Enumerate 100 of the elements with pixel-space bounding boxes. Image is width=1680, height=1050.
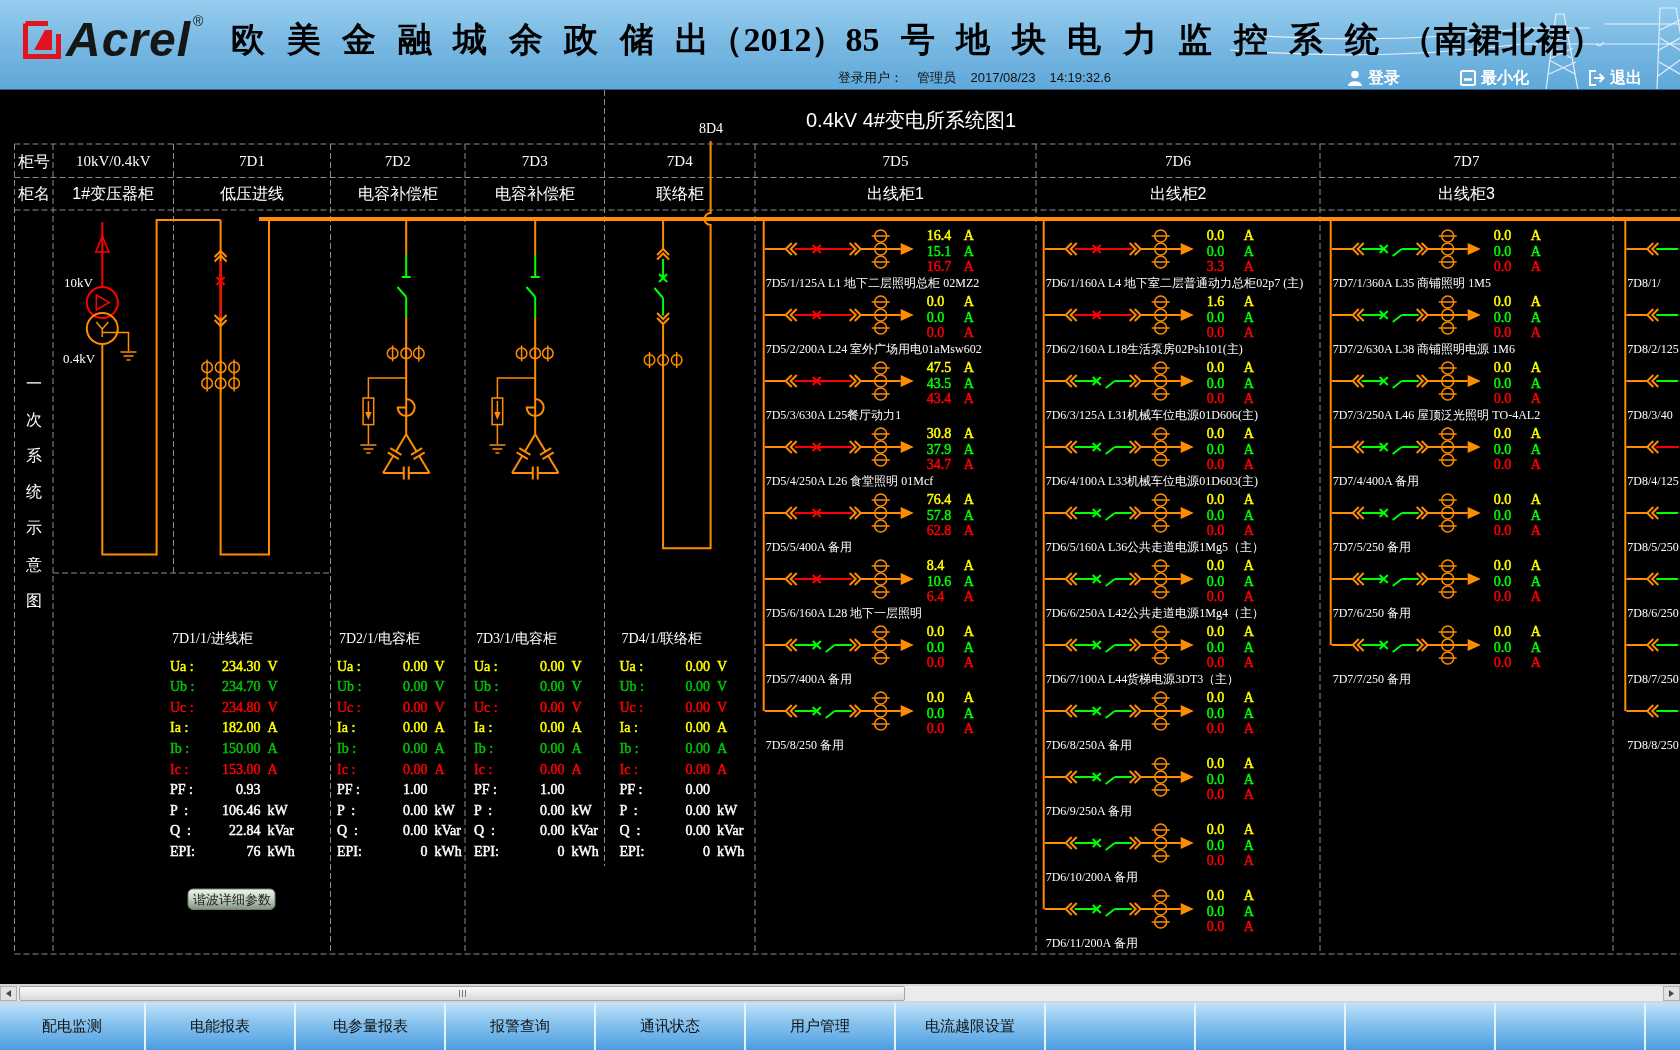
meter-value: 0.00 <box>685 761 710 777</box>
meter-unit: kVar <box>434 823 461 839</box>
meter-title: 7D1/1/进线柜 <box>172 630 253 646</box>
current-unit: A <box>1243 294 1254 309</box>
meter-label: EPI: <box>474 843 499 859</box>
meter-value: 0.93 <box>236 782 261 798</box>
ground-icon <box>119 351 138 361</box>
current-value: 0.0 <box>926 309 945 325</box>
current-value: 0.0 <box>926 721 945 736</box>
current-unit: A <box>1243 441 1254 457</box>
current-value: 0.0 <box>1206 426 1225 441</box>
load-arrow-icon <box>1139 705 1194 717</box>
current-value: 0.0 <box>1206 325 1225 340</box>
meter-label: Ia : <box>170 720 189 736</box>
harmonic-details-button[interactable]: 谐波详细参数 <box>187 888 276 910</box>
meter-label: Ia : <box>619 720 638 736</box>
feeder-label: 7D6/11/200A 备用 <box>1045 936 1138 950</box>
current-value: 43.4 <box>926 391 952 406</box>
current-value: 0.0 <box>1206 375 1225 391</box>
row-header: 柜号 <box>18 152 50 170</box>
current-value: 0.0 <box>1206 690 1225 705</box>
side-caption: 一次系统示意图 <box>25 374 42 609</box>
logo-text: Acrel <box>66 16 192 64</box>
load-arrow-icon <box>1139 903 1194 915</box>
current-value: 0.0 <box>1206 492 1225 507</box>
current-transformer-icon <box>1150 427 1171 467</box>
current-value: 43.5 <box>926 375 952 391</box>
meter-value: 234.80 <box>222 699 261 715</box>
current-value: 0.0 <box>1206 721 1225 736</box>
cabinet-number: 7D4 <box>666 153 693 169</box>
current-value: 0.0 <box>1493 228 1512 243</box>
horizontal-scrollbar[interactable] <box>0 986 1680 1001</box>
current-unit: A <box>1243 391 1254 406</box>
meter-unit: V <box>267 658 278 674</box>
meter-label: Ub : <box>170 679 195 695</box>
meter-label: Ic : <box>619 761 638 777</box>
current-transformer-icon <box>1150 361 1171 401</box>
current-unit: A <box>1530 360 1541 375</box>
current-transformer-icon <box>643 351 683 369</box>
disconnect-contact-icon <box>656 312 671 326</box>
current-unit: A <box>1243 853 1254 868</box>
meter-label: P : <box>619 802 638 818</box>
current-value: 0.0 <box>1206 457 1225 472</box>
cabinet-number: 7D1 <box>239 153 265 169</box>
meter-label: Ua : <box>170 658 194 674</box>
current-transformer-icon <box>870 559 891 599</box>
current-unit: A <box>963 228 974 243</box>
meter-value: 0.00 <box>403 740 428 756</box>
meter-title: 7D4/1/联络柜 <box>621 630 703 646</box>
current-value: 0.0 <box>1493 457 1512 472</box>
meter-value: 0.00 <box>540 679 565 695</box>
feeder-label: 7D7/1/360A L35 商铺照明 1M5 <box>1332 276 1492 290</box>
reactor-icon <box>525 398 545 417</box>
current-value: 1.6 <box>1206 294 1225 309</box>
meter-unit: A <box>571 740 582 756</box>
current-transformer-icon <box>1437 493 1458 533</box>
current-value: 0.0 <box>1493 259 1512 274</box>
feeder-label: 7D8/3/40 <box>1627 408 1673 422</box>
current-unit: A <box>1243 573 1254 589</box>
feeder-label: 7D8/8/250 <box>1627 738 1679 752</box>
meter-label: Ib : <box>337 740 357 756</box>
nav-tab[interactable]: 报警查询 <box>446 1003 596 1050</box>
load-arrow-icon <box>1426 573 1481 585</box>
current-unit: A <box>963 558 974 573</box>
current-value: 0.0 <box>926 690 945 705</box>
cabinet-name: 出线柜3 <box>1438 184 1495 202</box>
meter-label: Uc : <box>170 699 194 715</box>
current-unit: A <box>1243 624 1254 639</box>
current-unit: A <box>1243 426 1254 441</box>
nav-tab[interactable]: 用户管理 <box>746 1003 896 1050</box>
nav-tab[interactable]: 电参量报表 <box>296 1003 446 1050</box>
feeder-label: 7D6/2/160A L18生活泵房02Psh101(主) <box>1045 342 1243 356</box>
nav-tab[interactable]: 通讯状态 <box>596 1003 746 1050</box>
current-unit: A <box>1243 655 1254 670</box>
meter-value: 0.00 <box>403 679 428 695</box>
user-name: 管理员 <box>917 68 957 87</box>
load-arrow-icon <box>859 441 914 453</box>
load-arrow-icon <box>1139 639 1194 651</box>
nav-tab[interactable]: 电能报表 <box>146 1003 296 1050</box>
meter-value: 0.00 <box>540 720 565 736</box>
user-icon <box>1347 69 1363 86</box>
cabinet-name: 1#变压器柜 <box>72 184 155 202</box>
current-value: 0.0 <box>1493 309 1512 325</box>
current-value: 0.0 <box>926 294 945 309</box>
current-transformer-icon <box>1437 295 1458 335</box>
nav-tab[interactable]: 电流越限设置 <box>896 1003 1046 1050</box>
feeder-label: 7D7/5/250 备用 <box>1332 540 1412 554</box>
meter-unit: kWh <box>571 843 599 859</box>
feeder-label: 7D5/8/250 备用 <box>765 738 845 752</box>
current-value: 0.0 <box>926 624 945 639</box>
scroll-right-button[interactable] <box>1663 986 1680 1001</box>
meter-unit: V <box>434 699 445 715</box>
meter-label: Ib : <box>474 740 494 756</box>
current-transformer-icon <box>1437 229 1458 269</box>
ground-icon <box>359 444 378 454</box>
nav-tab[interactable]: 配电监测 <box>0 1003 146 1050</box>
load-arrow-icon <box>1426 507 1481 519</box>
scroll-left-button[interactable] <box>0 986 17 1001</box>
meter-value: 0.00 <box>540 699 565 715</box>
scrollbar-thumb[interactable] <box>19 986 905 1001</box>
